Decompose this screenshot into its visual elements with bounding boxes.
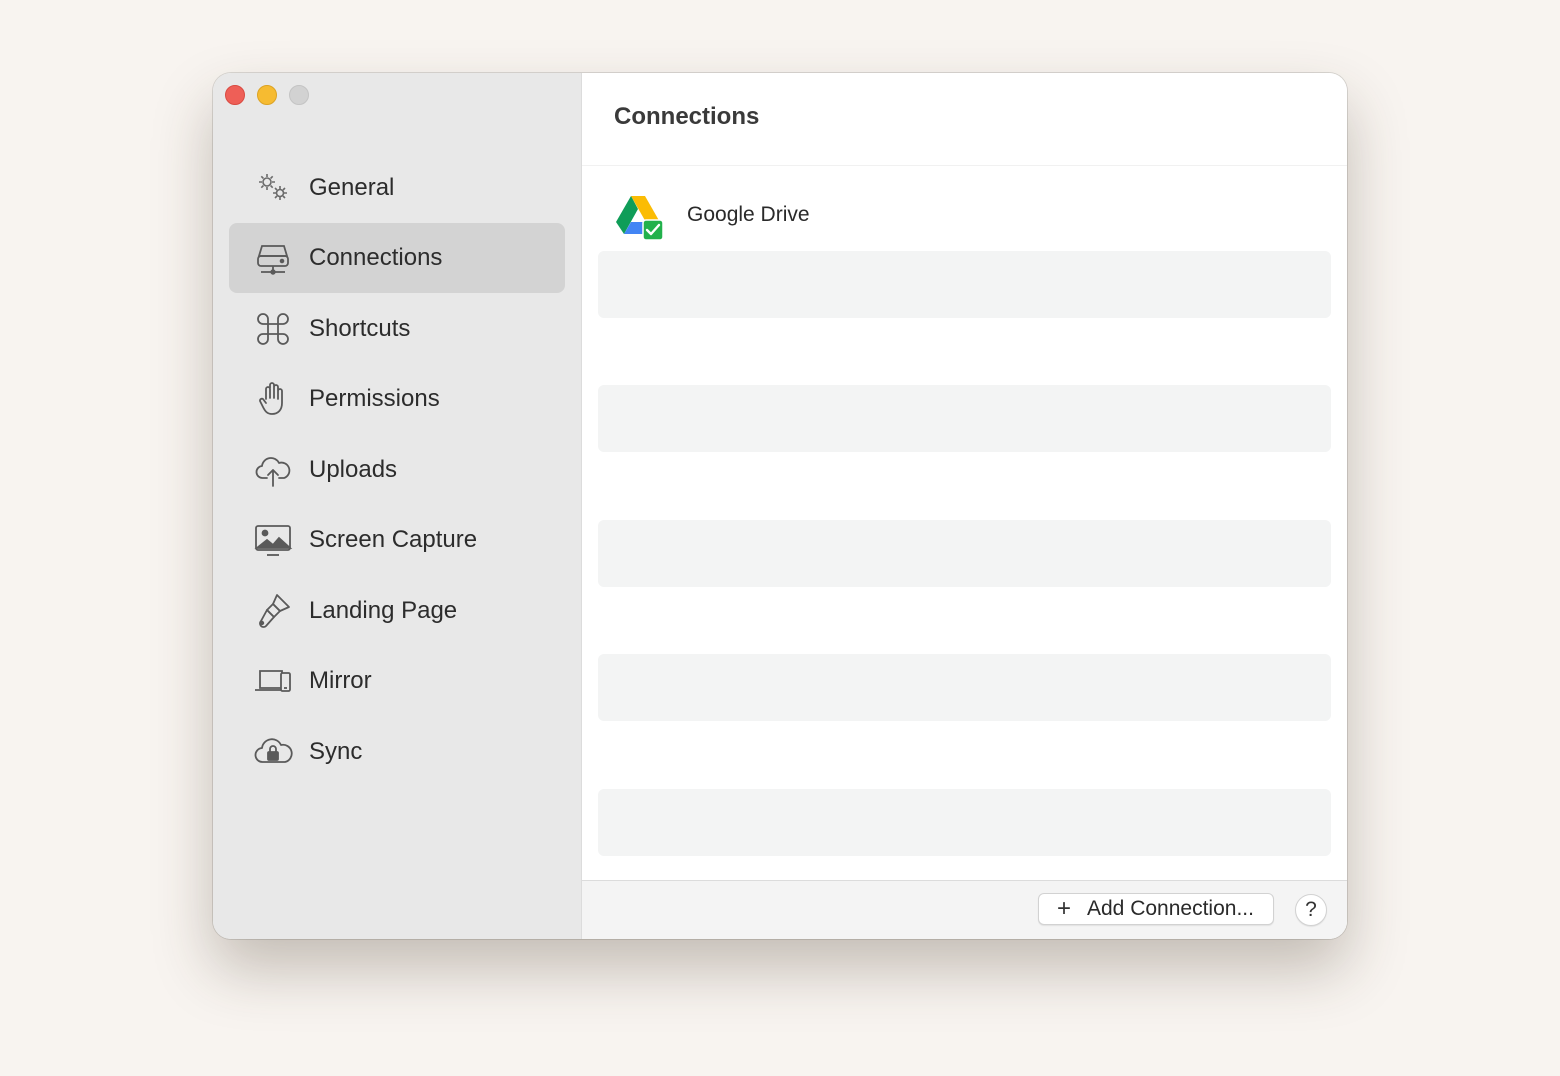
sidebar-item-connections[interactable]: Connections [229, 223, 565, 293]
connection-label: Google Drive [687, 203, 810, 226]
sidebar-item-label: Connections [309, 244, 443, 271]
cloud-lock-icon [253, 732, 293, 772]
list-row-empty [598, 654, 1331, 721]
add-connection-button[interactable]: + Add Connection... [1038, 893, 1274, 925]
sidebar-item-uploads[interactable]: Uploads [229, 435, 565, 505]
server-icon [253, 238, 293, 278]
preferences-window: General Connections Shortcuts Permission… [213, 73, 1347, 939]
sidebar-item-mirror[interactable]: Mirror [229, 646, 565, 716]
sidebar: General Connections Shortcuts Permission… [213, 73, 582, 939]
sidebar-item-label: Shortcuts [309, 315, 411, 342]
minimize-button[interactable] [257, 85, 277, 105]
sidebar-item-general[interactable]: General [229, 153, 565, 223]
sidebar-item-sync[interactable]: Sync [229, 717, 565, 787]
sidebar-item-label: General [309, 174, 395, 201]
sidebar-item-label: Uploads [309, 456, 398, 483]
sidebar-item-permissions[interactable]: Permissions [229, 364, 565, 434]
laptop-phone-icon [253, 661, 293, 701]
page-title: Connections [614, 103, 760, 130]
list-row-empty [598, 385, 1331, 452]
help-button[interactable]: ? [1295, 894, 1327, 926]
sidebar-item-label: Mirror [309, 667, 372, 694]
list-row-empty [598, 520, 1331, 587]
sidebar-item-shortcuts[interactable]: Shortcuts [229, 294, 565, 364]
list-row-empty [598, 453, 1331, 520]
list-row-empty [598, 251, 1331, 318]
sidebar-item-label: Screen Capture [309, 526, 478, 553]
command-icon [253, 309, 293, 349]
sidebar-item-label: Landing Page [309, 597, 458, 624]
sidebar-item-label: Sync [309, 738, 363, 765]
footer-bar: + Add Connection... ? [582, 880, 1347, 939]
plus-icon: + [1057, 895, 1072, 922]
zoom-button[interactable] [289, 85, 309, 105]
list-row-empty [598, 722, 1331, 789]
title-divider [582, 165, 1347, 166]
list-row-empty [598, 587, 1331, 654]
main-panel: Connections Google Drive + Add Connectio… [582, 73, 1347, 939]
screen-image-icon [253, 520, 293, 560]
add-connection-label: Add Connection... [1087, 897, 1254, 920]
google-drive-icon [614, 194, 666, 242]
close-button[interactable] [225, 85, 245, 105]
sidebar-item-screen-capture[interactable]: Screen Capture [229, 505, 565, 575]
gears-icon [253, 168, 293, 208]
hand-icon [253, 379, 293, 419]
cloud-upload-icon [253, 450, 293, 490]
paintbrush-icon [253, 591, 293, 631]
list-row-empty [598, 318, 1331, 385]
sidebar-item-label: Permissions [309, 385, 440, 412]
list-row-empty [598, 789, 1331, 856]
sidebar-item-landing-page[interactable]: Landing Page [229, 576, 565, 646]
